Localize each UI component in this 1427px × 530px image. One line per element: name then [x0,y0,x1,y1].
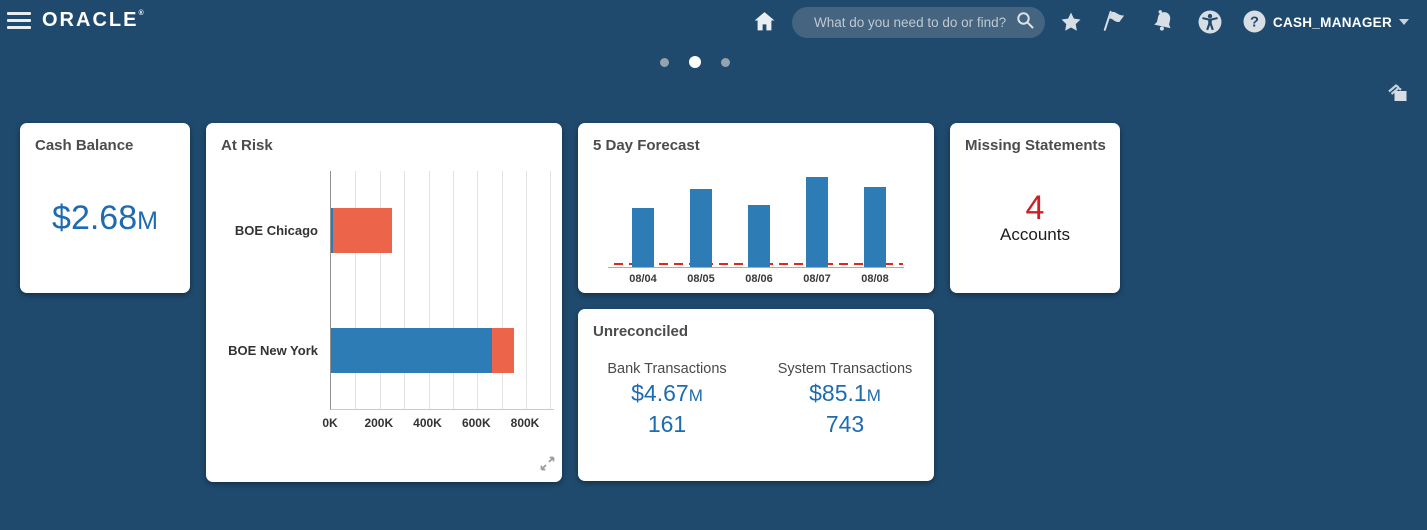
cash-balance-card[interactable]: Cash Balance $2.68M [20,123,190,293]
date-label: 08/06 [745,273,773,285]
cash-balance-value: $2.68M [52,199,158,237]
five-day-forecast-card[interactable]: 5 Day Forecast 08/04 08/05 08/06 08/07 08/08 [578,123,934,293]
at-risk-x-axis: 0K 200K 400K 600K 800K [322,416,554,432]
x-tick-label: 0K [322,416,338,430]
bank-transactions-label: Bank Transactions [607,361,727,377]
gridline [379,171,381,409]
gridline [501,171,503,409]
forecast-bar [632,207,654,267]
page-stack-icon[interactable] [1386,82,1409,110]
missing-statements-card[interactable]: Missing Statements 4 Accounts [950,123,1120,293]
unreconciled-card[interactable]: Unreconciled Bank Transactions $4.67M 16… [578,309,934,481]
category-label: BOE Chicago [234,222,318,238]
user-menu[interactable]: CASH_MANAGER [1273,0,1409,44]
expand-icon[interactable] [540,456,555,476]
search-input[interactable] [792,15,1016,30]
x-tick-label: 200K [364,416,394,430]
missing-statements-label: Accounts [1000,225,1070,244]
at-risk-chart-plot [330,171,554,410]
carousel-dot-3[interactable] [721,57,730,67]
chevron-down-icon [1399,19,1409,25]
forecast-bar [864,186,886,267]
date-label: 08/04 [629,273,657,285]
forecast-bar [690,188,712,267]
forecast-bar [806,177,828,267]
date-label: 08/08 [861,273,889,285]
unreconciled-bank-column: Bank Transactions $4.67M 161 [578,361,756,438]
forecast-axis-line [608,267,904,268]
home-icon[interactable] [753,10,776,33]
at-risk-card[interactable]: At Risk 0K 200K 400K 600K 800K BOE Chicago BO… [206,123,562,482]
gridline [428,171,430,409]
x-tick-label: 400K [413,416,442,430]
watchlist-flag-icon[interactable] [1103,8,1129,35]
bar-segment-balance [331,328,492,373]
oracle-logo: ORACLE® [42,9,144,31]
favorites-star-icon[interactable] [1060,11,1082,33]
page-carousel-dots [660,56,730,68]
search-icon[interactable] [1016,11,1035,35]
hamburger-menu-icon[interactable] [7,12,31,30]
notifications-bell-icon[interactable] [1151,9,1176,34]
card-title: Cash Balance [35,137,134,154]
gridline [355,171,357,409]
date-label: 08/07 [803,273,831,285]
bank-transactions-count: 161 [647,411,687,437]
user-menu-label: CASH_MANAGER [1272,14,1392,30]
unreconciled-system-column: System Transactions $85.1M 743 [756,361,934,438]
date-label: 08/05 [687,273,715,285]
gridline [477,171,479,409]
bar-segment-at-risk [491,328,514,373]
bar-segment-at-risk [333,208,392,253]
card-title: At Risk [221,137,273,154]
missing-statements-count: 4 [1025,189,1045,227]
gridline [404,171,406,409]
forecast-chart-plot: 08/04 08/05 08/06 08/07 08/08 [578,123,934,293]
x-tick-label: 800K [510,416,540,430]
category-label: BOE New York [228,342,318,358]
system-transactions-count: 743 [825,411,865,437]
top-navigation-bar: ORACLE® What do you need to do or find? … [0,0,1427,44]
card-title: Missing Statements [965,137,1106,154]
card-title: Unreconciled [593,323,689,340]
gridline [452,171,454,409]
help-icon[interactable]: ? [1243,10,1266,33]
carousel-dot-1[interactable] [660,57,669,67]
system-transactions-label: System Transactions [777,361,913,377]
system-transactions-amount: $85.1M [809,380,881,406]
x-tick-label: 600K [461,416,491,430]
gridline [550,171,552,409]
bank-transactions-amount: $4.67M [631,380,703,406]
carousel-dot-2[interactable] [689,56,701,68]
gridline [526,171,527,409]
forecast-bar [748,204,770,267]
accessibility-icon[interactable] [1198,10,1222,34]
svg-text:?: ? [1250,15,1259,31]
global-search [792,7,1045,38]
